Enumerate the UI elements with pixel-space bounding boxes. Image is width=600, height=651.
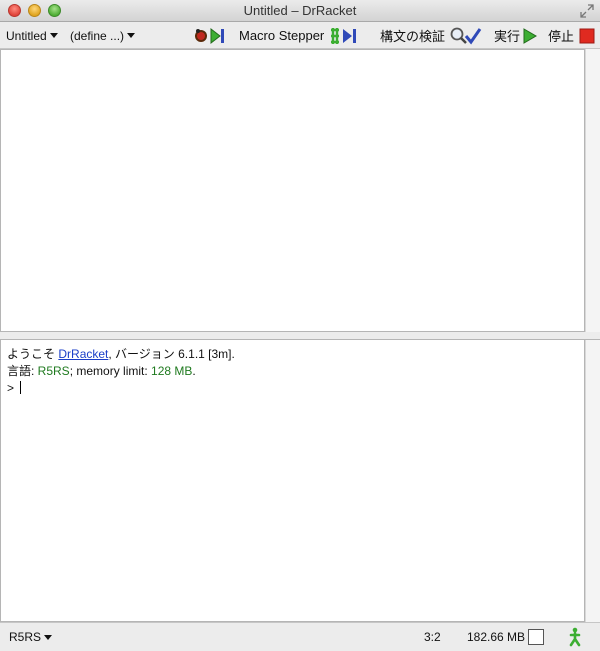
status-bar: R5RS 3:2 182.66 MB: [0, 622, 600, 650]
definitions-scrollbar[interactable]: [585, 49, 600, 332]
define-menu[interactable]: (define ...): [70, 22, 136, 49]
define-menu-label: (define ...): [70, 28, 125, 43]
chevron-down-icon: [44, 634, 53, 640]
interactions-scrollbar[interactable]: [585, 340, 600, 622]
run-label: 実行: [494, 29, 521, 44]
chevron-down-icon: [49, 33, 58, 38]
language-menu[interactable]: R5RS: [9, 623, 53, 651]
memory-suffix: .: [192, 364, 196, 378]
debug-bug-icon: [195, 27, 224, 44]
memory-usage[interactable]: 182.66 MB: [467, 623, 545, 651]
macro-stepper-label: Macro Stepper: [239, 28, 325, 43]
repl-prompt: >: [7, 381, 15, 395]
fullscreen-icon[interactable]: [580, 4, 594, 18]
version-text: , バージョン 6.1.1 [3m].: [108, 347, 235, 361]
stop-button[interactable]: 停止: [548, 22, 595, 49]
interactions-editor[interactable]: ようこそ DrRacket, バージョン 6.1.1 [3m]. 言語: R5R…: [0, 340, 585, 622]
memory-limit-value: 128 MB: [151, 364, 193, 378]
file-name-menu[interactable]: Untitled: [6, 22, 58, 49]
welcome-prefix: ようこそ: [7, 347, 56, 361]
gc-indicator: [528, 629, 545, 645]
stop-icon: [579, 28, 595, 43]
check-syntax-label: 構文の検証: [380, 29, 446, 44]
text-cursor: [20, 381, 22, 394]
macro-stepper-button[interactable]: Macro Stepper: [239, 22, 361, 49]
cursor-position: 3:2: [424, 630, 441, 644]
language-line: 言語: R5RS; memory limit: 128 MB.: [7, 363, 584, 380]
title-bar: Untitled – DrRacket: [0, 0, 600, 22]
drracket-window: Untitled – DrRacket Untitled (define ...…: [0, 0, 600, 650]
welcome-line: ようこそ DrRacket, バージョン 6.1.1 [3m].: [7, 346, 584, 363]
language-value: R5RS: [37, 364, 70, 378]
chevron-down-icon: [127, 33, 136, 38]
definitions-editor[interactable]: [0, 49, 585, 332]
check-syntax-button[interactable]: 構文の検証: [380, 22, 482, 49]
memory-prefix: ; memory limit:: [69, 364, 152, 378]
file-name-menu-label: Untitled: [6, 28, 47, 43]
debug-button[interactable]: [193, 22, 229, 49]
language-prefix: 言語:: [7, 364, 38, 378]
stop-label: 停止: [548, 29, 575, 44]
prompt-line[interactable]: >: [7, 380, 584, 397]
window-title: Untitled – DrRacket: [243, 3, 357, 18]
memory-usage-label: 182.66 MB: [467, 630, 526, 644]
macro-stepper-icon: [331, 27, 357, 44]
toolbar: Untitled (define ...) Macro Stepper 構文の検…: [0, 22, 600, 49]
run-icon: [523, 27, 538, 44]
pane-splitter[interactable]: [0, 332, 600, 340]
magnifier-check-icon: [450, 27, 482, 44]
running-man-icon: [568, 623, 582, 651]
language-menu-label: R5RS: [9, 630, 42, 644]
run-button[interactable]: 実行: [494, 22, 538, 49]
drracket-link[interactable]: DrRacket: [58, 347, 108, 361]
